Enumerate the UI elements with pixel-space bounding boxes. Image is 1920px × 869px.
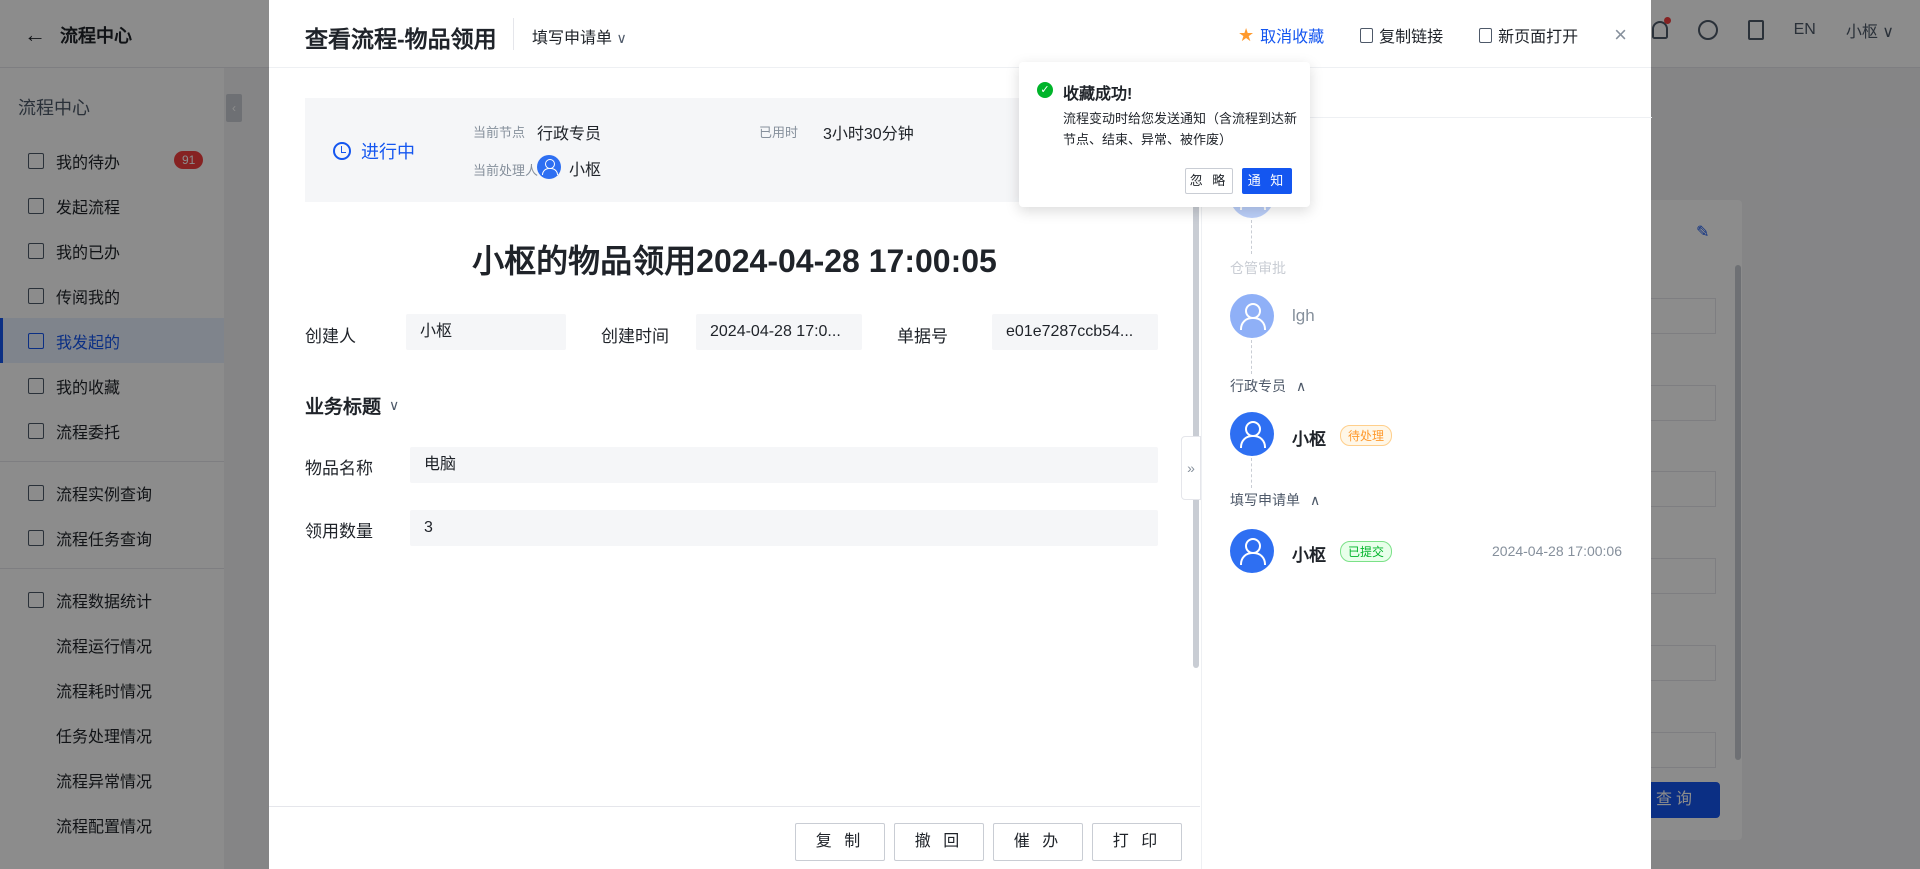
- submit-time: 2024-04-28 17:00:06: [1492, 543, 1622, 559]
- approver-name: lgh: [1292, 306, 1315, 325]
- avatar: [1230, 294, 1274, 338]
- current-node-value: 行政专员: [537, 126, 602, 143]
- status-panel: 进行中 当前节点 行政专员 已用时 3小时30分钟 当前处理人 小枢: [305, 98, 1025, 202]
- timeline-node-admin[interactable]: 行政专员 ∧: [1230, 376, 1306, 396]
- drawer-title: 查看流程-物品领用: [305, 26, 497, 52]
- drawer-actions: ★ 取消收藏 复制链接 新页面打开 ×: [1238, 22, 1627, 48]
- ignore-button[interactable]: 忽 略: [1185, 168, 1233, 194]
- header-divider: [513, 18, 514, 50]
- quantity-label: 领用数量: [305, 522, 373, 541]
- star-icon: ★: [1237, 24, 1255, 45]
- external-link-icon: [1479, 27, 1493, 43]
- chevron-up-icon: ∧: [1296, 377, 1307, 394]
- status-badge: 已提交: [1340, 541, 1393, 562]
- process-drawer: 查看流程-物品领用 填写申请单 ∨ ★ 取消收藏 复制链接 新页面打开 × 进行中…: [269, 0, 1652, 869]
- document-number-label: 单据号: [897, 327, 948, 346]
- clock-icon: [333, 142, 351, 160]
- timeline-connector: [1251, 458, 1252, 488]
- print-button[interactable]: 打 印: [1092, 823, 1182, 861]
- handler-name: 小枢: [1292, 430, 1326, 449]
- timeline-node-warehouse: 仓管审批: [1230, 260, 1286, 276]
- copy-icon: [1360, 27, 1374, 43]
- withdraw-button[interactable]: 撤 回: [894, 823, 984, 861]
- current-handler-value: 小枢: [569, 162, 602, 179]
- document-title: 小枢的物品领用2024-04-28 17:00:05: [472, 243, 997, 279]
- document-number-field: e01e7287ccb54...: [992, 314, 1158, 350]
- status-badge: 待处理: [1340, 425, 1393, 446]
- current-handler-label: 当前处理人: [473, 163, 539, 178]
- check-circle-icon: ✓: [1037, 82, 1053, 98]
- chevron-up-icon: ∧: [1310, 491, 1321, 508]
- section-business-title[interactable]: 业务标题 ∨: [305, 392, 399, 419]
- notify-button[interactable]: 通 知: [1242, 168, 1292, 194]
- creator-field: 小枢: [406, 314, 566, 350]
- favorite-success-popup: ✓ 收藏成功! 流程变动时给您发送通知（含流程到达新节点、结束、异常、被作废） …: [1019, 62, 1310, 207]
- created-time-label: 创建时间: [601, 327, 669, 346]
- avatar: [1230, 412, 1274, 456]
- current-node-label: 当前节点: [473, 125, 526, 140]
- copy-link-button[interactable]: 复制链接: [1360, 23, 1443, 47]
- avatar: [1230, 529, 1274, 573]
- drawer-footer: 复 制 撤 回 催 办 打 印: [269, 806, 1200, 869]
- drawer-header: 查看流程-物品领用 填写申请单 ∨ ★ 取消收藏 复制链接 新页面打开 ×: [269, 0, 1651, 68]
- timeline-connector: [1251, 340, 1252, 374]
- open-new-page-button[interactable]: 新页面打开: [1479, 23, 1578, 47]
- elapsed-label: 已用时: [759, 125, 799, 140]
- popup-title: 收藏成功!: [1063, 86, 1133, 103]
- popup-message: 流程变动时给您发送通知（含流程到达新节点、结束、异常、被作废）: [1063, 111, 1298, 147]
- item-name-label: 物品名称: [305, 459, 373, 478]
- chevron-down-icon: ∨: [616, 30, 627, 46]
- submitter-name: 小枢: [1292, 546, 1326, 565]
- unfavorite-button[interactable]: ★ 取消收藏: [1238, 23, 1324, 47]
- creator-label: 创建人: [305, 327, 356, 346]
- elapsed-value: 3小时30分钟: [823, 126, 914, 143]
- copy-button[interactable]: 复 制: [795, 823, 885, 861]
- item-name-field: 电脑: [410, 447, 1158, 483]
- close-icon[interactable]: ×: [1614, 22, 1627, 48]
- timeline-node-fill-form[interactable]: 填写申请单 ∧: [1230, 490, 1320, 510]
- expand-panel-handle[interactable]: »: [1181, 436, 1201, 500]
- status-indicator: 进行中: [333, 138, 415, 164]
- quantity-field: 3: [410, 510, 1158, 546]
- chevron-down-icon: ∨: [389, 397, 400, 413]
- form-tab-dropdown[interactable]: 填写申请单 ∨: [532, 24, 627, 48]
- avatar: [537, 155, 561, 179]
- created-time-field: 2024-04-28 17:0...: [696, 314, 862, 350]
- urge-button[interactable]: 催 办: [993, 823, 1083, 861]
- timeline-connector: [1251, 220, 1252, 254]
